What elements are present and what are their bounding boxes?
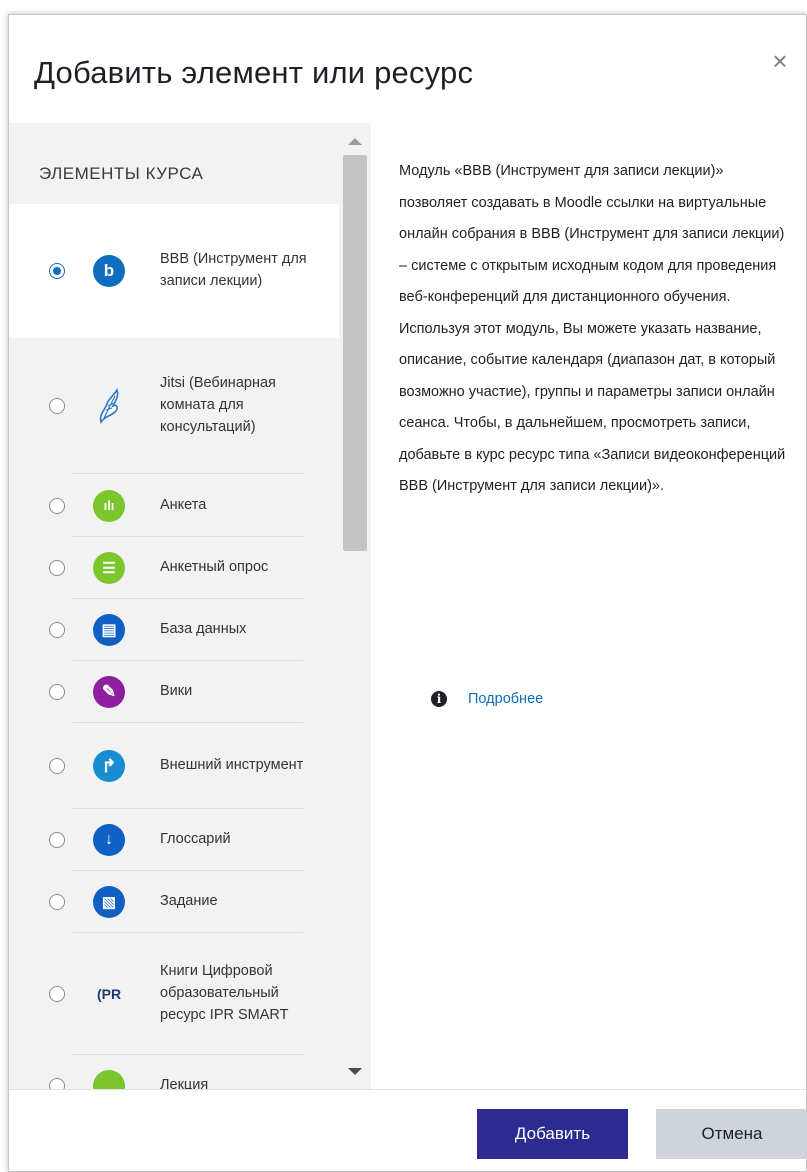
radio-assignment[interactable] — [49, 894, 65, 910]
section-title: ЭЛЕМЕНТЫ КУРСА — [39, 164, 204, 183]
item-label: Анкета — [160, 496, 207, 513]
item-label: Лекция — [160, 1077, 209, 1089]
list-item-assignment[interactable]: ▧ Задание — [9, 871, 339, 933]
survey-icon: ☰ — [93, 552, 125, 584]
radio-lesson[interactable] — [49, 1078, 65, 1089]
radio-wiki[interactable] — [49, 684, 65, 700]
item-label: Jitsi (Вебинарная комната для консультац… — [160, 375, 276, 435]
more-info-link[interactable]: i Подробнее — [431, 691, 543, 707]
radio-feedback[interactable] — [49, 497, 65, 514]
item-label: Глоссарий — [160, 831, 231, 847]
list-item-survey[interactable]: ☰ Анкетный опрос — [9, 537, 339, 599]
item-label: Анкетный опрос — [160, 559, 269, 575]
more-info-label[interactable]: Подробнее — [468, 691, 543, 707]
item-label: BBB (Инструмент для записи лекции) — [160, 251, 307, 289]
radio-survey[interactable] — [49, 560, 65, 576]
radio-external-tool[interactable] — [49, 758, 65, 774]
scroll-thumb[interactable] — [343, 155, 367, 551]
scroll-up-icon[interactable] — [348, 138, 362, 145]
close-icon[interactable]: × — [768, 48, 792, 74]
radio-database[interactable] — [49, 622, 65, 638]
glossary-icon: ↓ — [93, 824, 125, 856]
database-icon: ▤ — [93, 614, 125, 646]
info-icon: i — [431, 691, 447, 707]
item-label: Задание — [160, 893, 218, 909]
item-label: База данных — [160, 621, 247, 637]
modal-footer: Добавить Отмена — [9, 1089, 807, 1171]
scroll-down-icon[interactable] — [348, 1068, 362, 1075]
list-item-database[interactable]: ▤ База данных — [9, 599, 339, 661]
list-item-feedback[interactable]: ılı Анкета — [9, 474, 339, 537]
list-item-wiki[interactable]: ✎ Вики — [9, 661, 339, 723]
list-scrollbar[interactable] — [339, 123, 371, 1089]
assignment-icon: ▧ — [93, 886, 125, 918]
item-label: Вики — [160, 683, 193, 699]
item-label: Внешний инструмент — [160, 757, 304, 773]
radio-ipr-smart[interactable] — [49, 986, 65, 1002]
feedback-icon: ılı — [93, 489, 125, 522]
cancel-button[interactable]: Отмена — [656, 1109, 807, 1159]
description-pane: Модуль «BBB (Инструмент для записи лекци… — [371, 123, 806, 1089]
list-item-jitsi[interactable]: Jitsi (Вебинарная комната для консультац… — [9, 338, 339, 474]
lesson-icon — [93, 1070, 125, 1089]
radio-glossary[interactable] — [49, 832, 65, 848]
activity-list-pane: ЭЛЕМЕНТЫ КУРСА b BBB (Инструмент для зап… — [9, 123, 371, 1089]
item-label: Книги Цифровой образовательный ресурс IP… — [160, 963, 289, 1023]
list-item-ipr-smart[interactable]: (PR Книги Цифровой образовательный ресур… — [9, 933, 339, 1055]
activity-list: b BBB (Инструмент для записи лекции) Jit… — [9, 204, 339, 1089]
list-item-external-tool[interactable]: ↱ Внешний инструмент — [9, 723, 339, 809]
jitsi-icon — [93, 388, 125, 424]
external-tool-icon: ↱ — [93, 750, 125, 782]
list-item-bbb[interactable]: b BBB (Инструмент для записи лекции) — [9, 204, 339, 338]
radio-jitsi[interactable] — [49, 398, 65, 414]
modal-body: ЭЛЕМЕНТЫ КУРСА b BBB (Инструмент для зап… — [9, 123, 806, 1089]
add-button[interactable]: Добавить — [477, 1109, 628, 1159]
add-activity-modal: Добавить элемент или ресурс × ЭЛЕМЕНТЫ К… — [8, 14, 807, 1172]
modal-title: Добавить элемент или ресурс — [34, 55, 474, 90]
list-item-lesson[interactable]: Лекция — [9, 1055, 339, 1089]
radio-bbb[interactable] — [49, 263, 65, 279]
modal-header: Добавить элемент или ресурс × — [9, 15, 806, 124]
bigbluebutton-icon: b — [93, 255, 125, 287]
wiki-icon: ✎ — [93, 676, 125, 708]
module-description: Модуль «BBB (Инструмент для записи лекци… — [399, 163, 786, 494]
ipr-smart-icon: (PR — [96, 986, 122, 1002]
list-item-glossary[interactable]: ↓ Глоссарий — [9, 809, 339, 871]
